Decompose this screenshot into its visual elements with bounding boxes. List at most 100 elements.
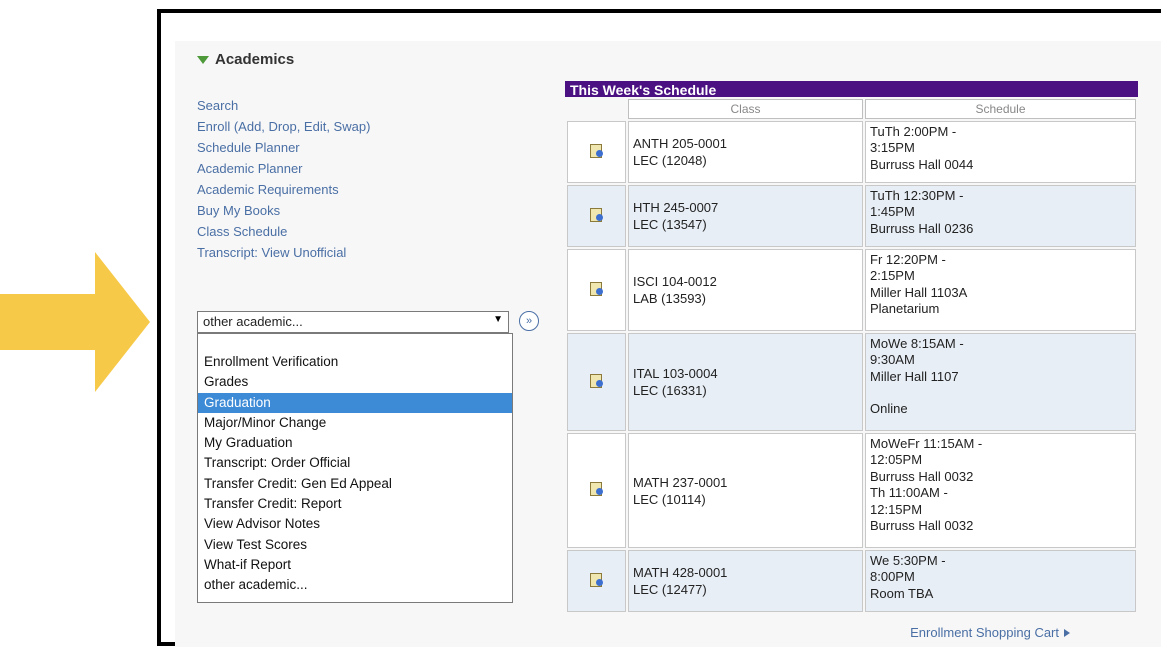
schedule-cell: TuTh 12:30PM -1:45PM Burruss Hall 0236 [865, 185, 1136, 247]
course-code: HTH 245-0007 [633, 200, 719, 215]
class-cell: ISCI 104-0012 LAB (13593) [628, 249, 863, 331]
schedule-cell: TuTh 2:00PM -3:15PM Burruss Hall 0044 [865, 121, 1136, 183]
academics-link[interactable]: Search [197, 95, 370, 116]
academics-link[interactable]: Buy My Books [197, 200, 370, 221]
schedule-line: MoWe 8:15AM - [870, 336, 964, 351]
academics-link[interactable]: Enroll (Add, Drop, Edit, Swap) [197, 116, 370, 137]
course-code: ITAL 103-0004 [633, 366, 718, 381]
class-cell: MATH 237-0001 LEC (10114) [628, 433, 863, 548]
schedule-row: MATH 428-0001 LEC (12477) We 5:30PM -8:00P… [567, 550, 1136, 612]
weekly-schedule: This Week's Schedule Class Schedule ANTH… [565, 81, 1138, 614]
dropdown-option[interactable]: My Graduation [198, 433, 512, 453]
dropdown-list: Enrollment Verification Grades Graduation M… [197, 333, 513, 603]
dropdown-option[interactable]: Major/Minor Change [198, 413, 512, 433]
class-cell: MATH 428-0001 LEC (12477) [628, 550, 863, 612]
dropdown-option[interactable]: Enrollment Verification [198, 352, 512, 372]
class-column-header: Class [628, 99, 863, 119]
dropdown-arrow-icon[interactable]: ▼ [493, 314, 503, 325]
class-cell: ITAL 103-0004 LEC (16331) [628, 333, 863, 431]
course-section: LEC (10114) [633, 491, 706, 507]
class-details-icon[interactable] [589, 482, 604, 496]
dropdown-option[interactable]: Grades [198, 372, 512, 392]
dropdown-option[interactable]: What-if Report [198, 555, 512, 575]
course-code: MATH 237-0001 [633, 474, 728, 490]
schedule-line: TuTh 2:00PM - [870, 124, 957, 139]
icon-cell [567, 121, 626, 183]
schedule-row: ANTH 205-0001 LEC (12048) TuTh 2:00PM -3:1… [567, 121, 1136, 183]
schedule-line: 8:00PM [870, 569, 915, 585]
icon-column-header [567, 99, 626, 119]
schedule-row: MATH 237-0001 LEC (10114) MoWeFr 11:15AM -… [567, 433, 1136, 548]
class-details-icon[interactable] [589, 281, 604, 296]
schedule-line: We 5:30PM - [870, 553, 946, 568]
schedule-line: TuTh 12:30PM - [870, 188, 964, 203]
course-section: LEC (16331) [633, 383, 707, 398]
course-section: LAB (13593) [633, 291, 706, 306]
double-chevron-right-icon: » [525, 315, 533, 327]
icon-cell [567, 433, 626, 548]
schedule-row: ISCI 104-0012 LAB (13593) Fr 12:20PM -2:15… [567, 249, 1136, 331]
schedule-line: 12:05PM [870, 452, 923, 468]
class-details-icon[interactable] [589, 207, 604, 222]
academics-title: Academics [215, 51, 295, 68]
course-section: LEC (12048) [633, 153, 707, 168]
dropdown-option[interactable]: View Test Scores [198, 535, 512, 555]
schedule-cell: MoWeFr 11:15AM -12:05PM Burruss Hall 0032… [865, 433, 1136, 548]
pointer-arrow-icon [0, 252, 150, 392]
class-details-icon[interactable] [589, 373, 604, 388]
class-details-icon[interactable] [589, 143, 604, 158]
schedule-line: 3:15PM [870, 140, 915, 156]
class-details-icon[interactable] [589, 572, 604, 587]
schedule-line: Burruss Hall 0032 [870, 468, 974, 484]
dropdown-option[interactable]: Transfer Credit: Report [198, 494, 512, 514]
course-code: ISCI 104-0012 [633, 274, 717, 289]
course-code: ANTH 205-0001 [633, 136, 727, 151]
dropdown-option[interactable]: Transcript: Order Official [198, 453, 512, 473]
icon-cell [567, 333, 626, 431]
academics-link[interactable]: Academic Requirements [197, 179, 370, 200]
enrollment-shopping-cart-link[interactable]: Enrollment Shopping Cart [910, 625, 1070, 640]
select-value: other academic... [203, 314, 303, 329]
icon-cell [567, 185, 626, 247]
collapse-triangle-icon[interactable] [197, 55, 209, 64]
schedule-column-header: Schedule [865, 99, 1136, 119]
academics-link[interactable]: Academic Planner [197, 158, 370, 179]
schedule-cell: Fr 12:20PM -2:15PM Miller Hall 1103A Plane… [865, 249, 1136, 331]
schedule-line: Burruss Hall 0032 [870, 518, 974, 534]
academics-link[interactable]: Transcript: View Unofficial [197, 242, 370, 263]
icon-cell [567, 249, 626, 331]
schedule-line: Planetarium [870, 301, 940, 317]
schedule-line: 12:15PM [870, 501, 923, 517]
schedule-line: Room TBA [870, 585, 934, 601]
course-section: LEC (12477) [633, 582, 707, 597]
dropdown-option[interactable]: View Advisor Notes [198, 514, 512, 534]
schedule-cell: MoWe 8:15AM -9:30AM Miller Hall 1107 Onlin… [865, 333, 1136, 431]
schedule-cell: We 5:30PM -8:00PM Room TBA [865, 550, 1136, 612]
academics-link[interactable]: Schedule Planner [197, 137, 370, 158]
schedule-line: Miller Hall 1107 [870, 368, 959, 384]
screenshot-frame: Academics Search Enroll (Add, Drop, Edit,… [157, 9, 1161, 647]
schedule-line: 1:45PM [870, 204, 915, 220]
academics-link[interactable]: Class Schedule [197, 221, 370, 242]
schedule-line: Burruss Hall 0236 [870, 220, 974, 236]
cart-link-label: Enrollment Shopping Cart [910, 625, 1059, 640]
schedule-line: Fr 12:20PM - [870, 252, 946, 267]
schedule-line: 9:30AM [870, 352, 915, 368]
schedule-table: Class Schedule ANTH 205-0001 LEC (12048) T… [565, 97, 1138, 614]
schedule-row: HTH 245-0007 LEC (13547) TuTh 12:30PM -1:4… [567, 185, 1136, 247]
academics-links: Search Enroll (Add, Drop, Edit, Swap) Sche… [197, 95, 370, 263]
course-section: LEC (13547) [633, 217, 707, 232]
schedule-line: Burruss Hall 0044 [870, 156, 974, 172]
schedule-line: Online [870, 401, 908, 417]
other-academic-select[interactable]: other academic... ▼ [197, 311, 509, 333]
go-button[interactable]: » [519, 311, 539, 331]
schedule-line: 2:15PM [870, 268, 915, 284]
dropdown-option[interactable]: Graduation [198, 392, 512, 413]
schedule-row: ITAL 103-0004 LEC (16331) MoWe 8:15AM -9:3… [567, 333, 1136, 431]
icon-cell [567, 550, 626, 612]
academics-header[interactable]: Academics [197, 51, 294, 68]
arrow-right-icon [1064, 629, 1070, 637]
dropdown-option[interactable]: other academic... [198, 575, 512, 595]
academics-panel: Academics Search Enroll (Add, Drop, Edit,… [175, 41, 1161, 647]
dropdown-option[interactable]: Transfer Credit: Gen Ed Appeal [198, 474, 512, 494]
